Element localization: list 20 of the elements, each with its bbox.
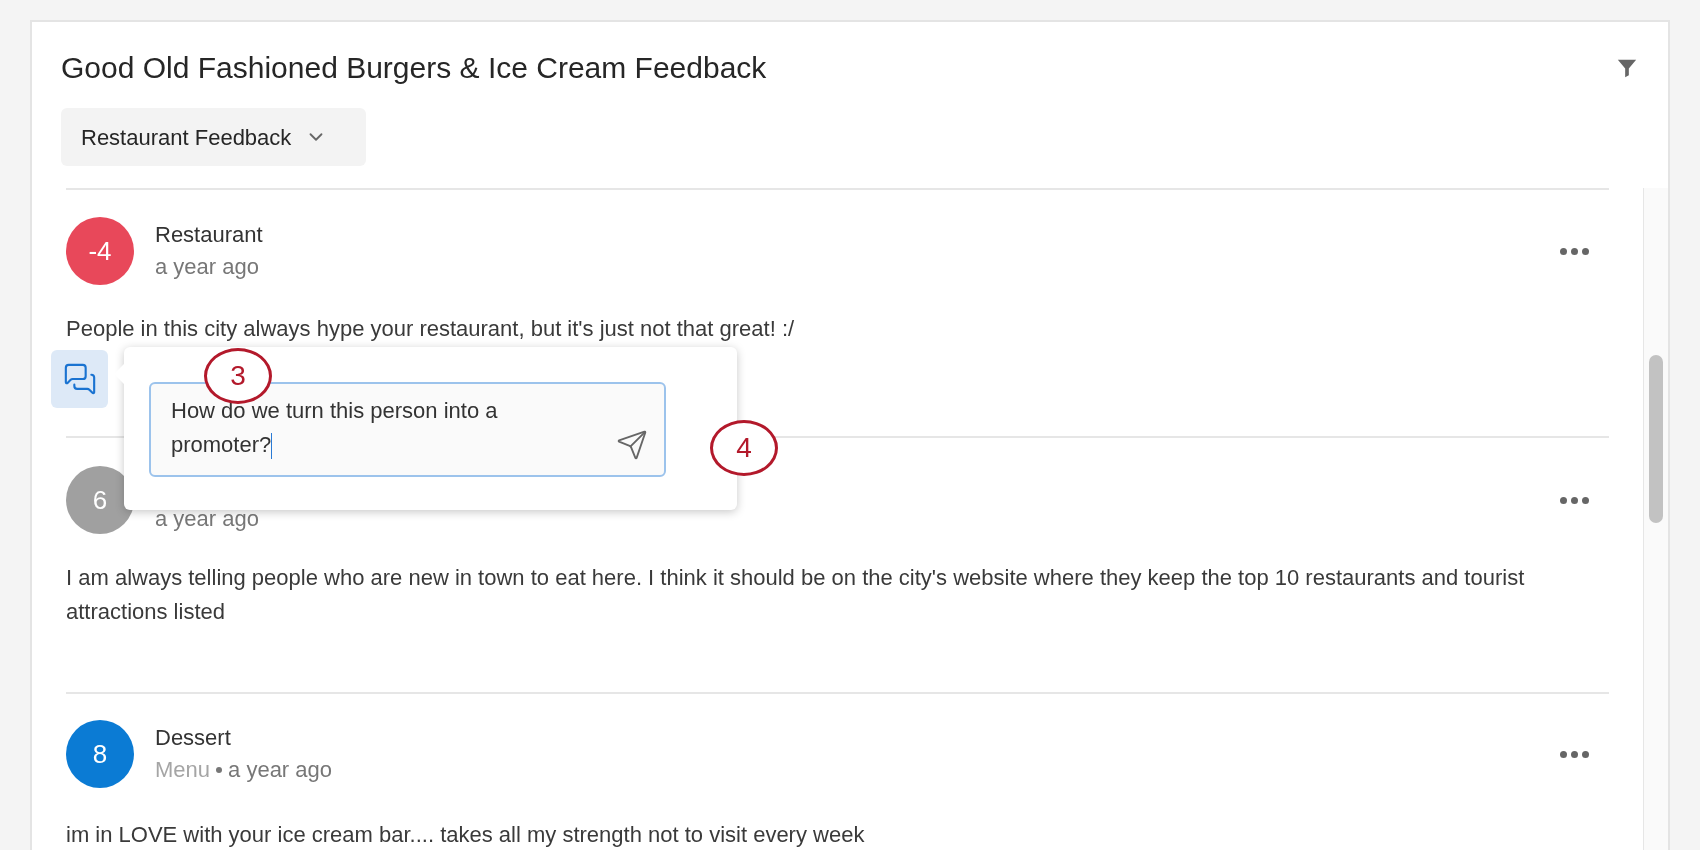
score-badge: 6: [66, 466, 134, 534]
response-time: a year ago: [155, 253, 259, 281]
scrollbar[interactable]: [1643, 188, 1668, 850]
filter-icon[interactable]: [1616, 57, 1638, 79]
response-title: Dessert: [155, 724, 232, 752]
step-marker: 4: [710, 420, 778, 476]
score-badge: -4: [66, 217, 134, 285]
comment-button[interactable]: [51, 350, 108, 408]
response-time: a year ago: [228, 756, 332, 784]
page-title: Good Old Fashioned Burgers & Ice Cream Feedback: [61, 50, 767, 86]
survey-dropdown[interactable]: Restaurant Feedback: [61, 108, 366, 166]
category-label: Menu: [155, 756, 211, 784]
response-text: I am always telling people who are new in town to eat here. I think it should be on the city's website where they keep the top 10 restaurants and tourist attractions listed: [66, 564, 1526, 626]
chat-bubbles-icon: [62, 362, 97, 396]
response-text: People in this city always hype your restaurant, but it's just not that great! :/: [66, 315, 796, 343]
send-icon: [616, 429, 648, 461]
response-title: Restaurant: [155, 221, 264, 249]
score-badge: 8: [66, 720, 134, 788]
response-text: im in LOVE with your ice cream bar.... takes all my strength not to visit every week: [66, 821, 866, 849]
response-time: a year ago: [155, 505, 259, 533]
